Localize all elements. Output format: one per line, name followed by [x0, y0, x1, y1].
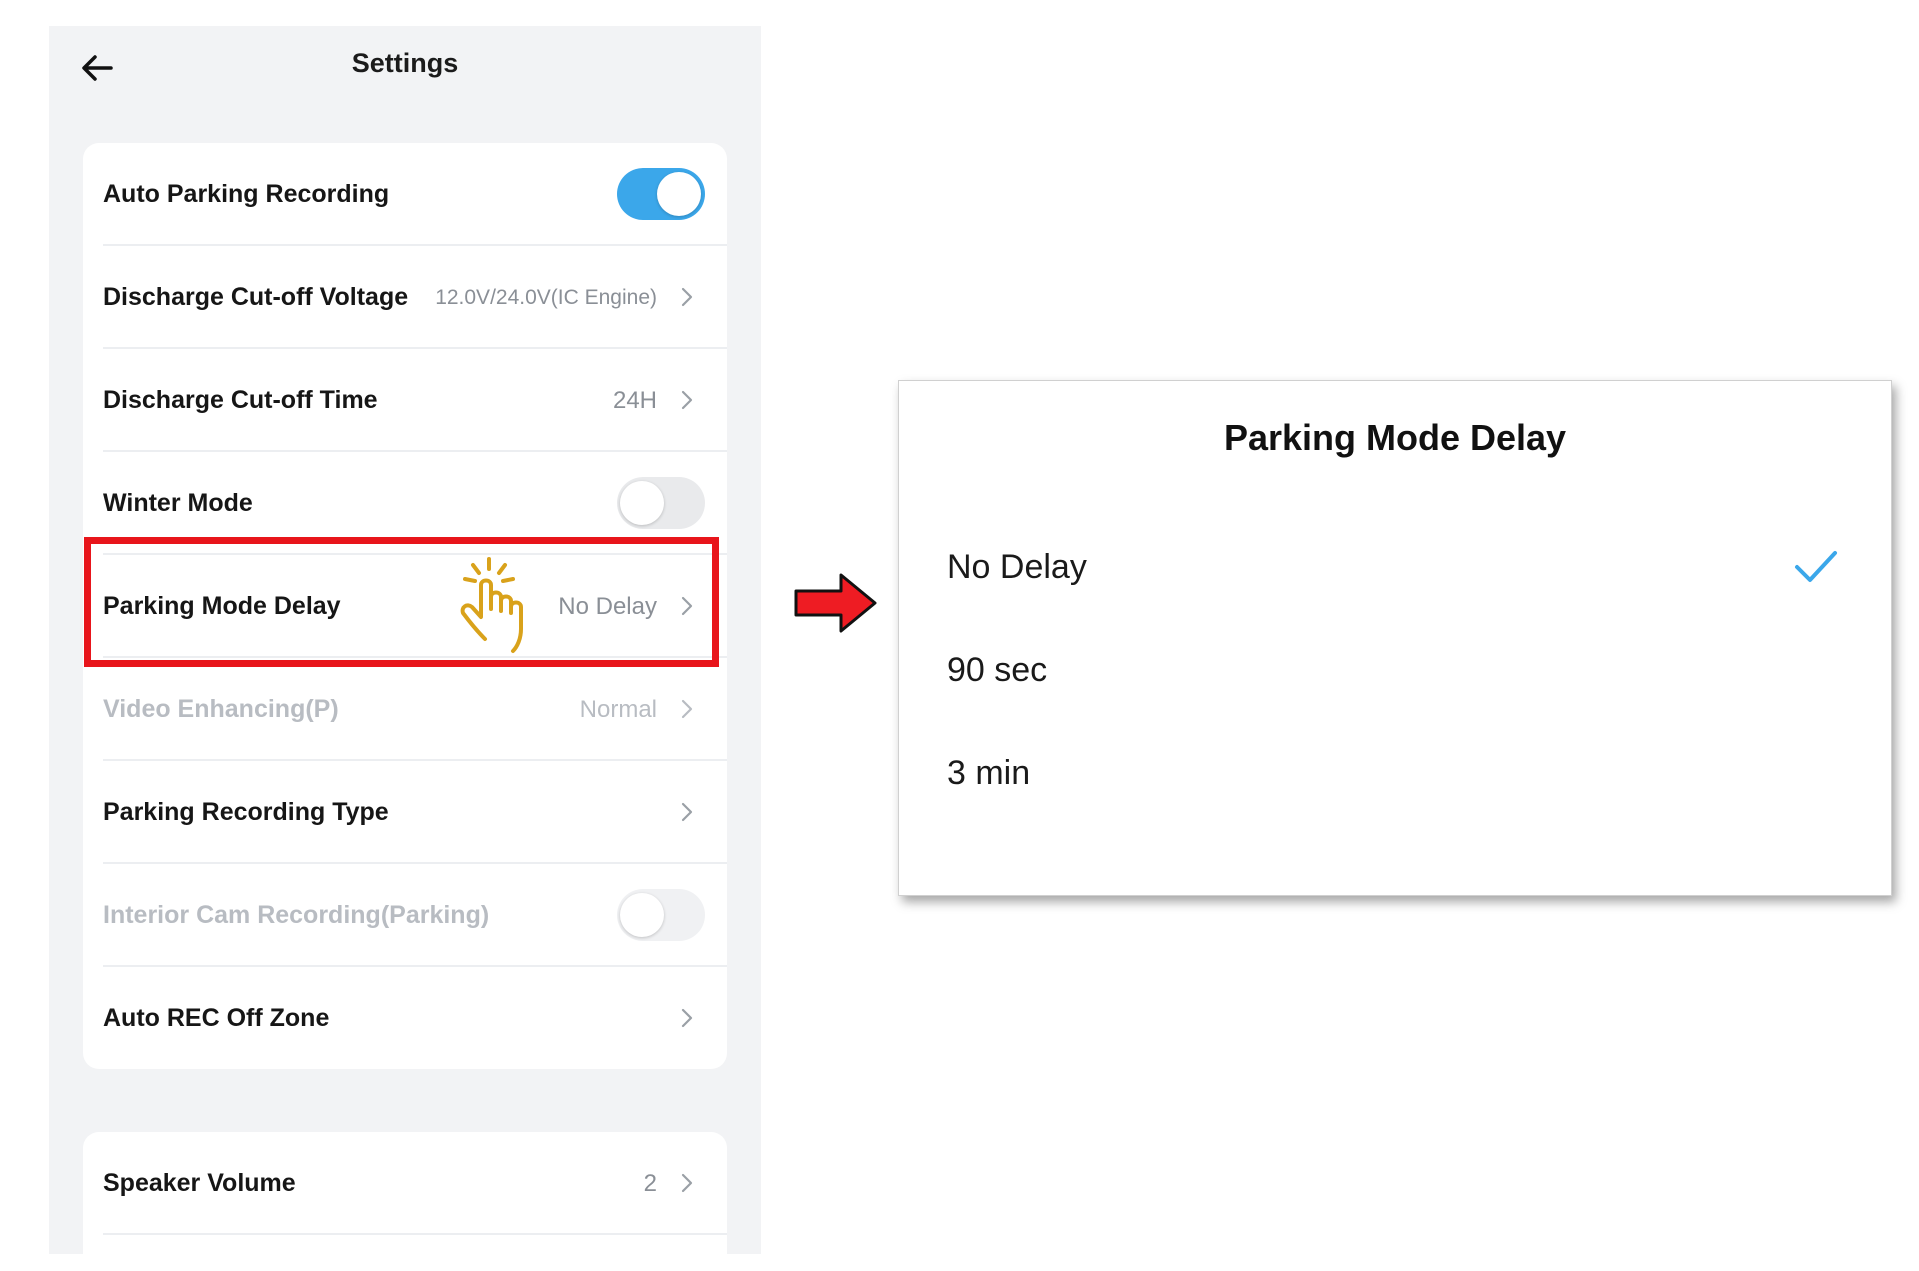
setting-row-discharge-cutoff-voltage[interactable]: Discharge Cut-off Voltage 12.0V/24.0V(IC… — [83, 246, 727, 349]
setting-row-video-enhancing[interactable]: Video Enhancing(P) Normal — [83, 658, 727, 761]
checkmark-icon — [1795, 551, 1837, 582]
chevron-right-icon — [681, 390, 693, 410]
option-label: 3 min — [947, 754, 1031, 792]
option-no-delay[interactable]: No Delay — [947, 527, 1847, 607]
interior-cam-recording-toggle[interactable] — [617, 889, 705, 941]
setting-row-speaker-volume[interactable]: Speaker Volume 2 — [83, 1132, 727, 1235]
auto-parking-recording-toggle[interactable] — [617, 168, 705, 220]
setting-value: 12.0V/24.0V(IC Engine) — [435, 286, 657, 309]
parking-mode-delay-dialog: Parking Mode Delay No Delay 90 sec 3 min — [898, 380, 1892, 896]
setting-label: Interior Cam Recording(Parking) — [103, 901, 490, 929]
chevron-right-icon — [681, 596, 693, 616]
setting-label: Auto Parking Recording — [103, 180, 390, 208]
setting-value: Normal — [579, 696, 657, 723]
dialog-title: Parking Mode Delay — [1223, 417, 1567, 458]
chevron-right-icon — [681, 1008, 693, 1028]
option-label: No Delay — [947, 548, 1087, 586]
toggle-knob — [620, 893, 664, 937]
chevron-right-icon — [681, 1173, 693, 1193]
option-90-sec[interactable]: 90 sec — [947, 630, 1847, 710]
chevron-right-icon — [681, 802, 693, 822]
setting-label: Discharge Cut-off Time — [103, 386, 378, 414]
setting-row-auto-rec-off-zone[interactable]: Auto REC Off Zone — [83, 967, 727, 1069]
setting-row-parking-recording-type[interactable]: Parking Recording Type — [83, 761, 727, 864]
red-arrow-icon — [794, 573, 877, 633]
option-label: 90 sec — [947, 651, 1048, 689]
settings-screen: Settings Auto Parking Recording Discharg… — [49, 26, 761, 1254]
chevron-right-icon — [681, 699, 693, 719]
setting-row-discharge-cutoff-time[interactable]: Discharge Cut-off Time 24H — [83, 349, 727, 452]
chevron-right-icon — [681, 287, 693, 307]
setting-label: Discharge Cut-off Voltage — [103, 283, 409, 311]
page-title: Settings — [351, 48, 459, 78]
setting-label: Speaker Volume — [103, 1169, 296, 1197]
setting-row-winter-mode[interactable]: Winter Mode — [83, 452, 727, 555]
header-bar: Settings — [49, 26, 761, 110]
row-divider — [103, 1233, 727, 1235]
toggle-knob — [620, 481, 664, 525]
setting-row-auto-parking-recording[interactable]: Auto Parking Recording — [83, 143, 727, 246]
setting-label: Winter Mode — [103, 489, 253, 517]
winter-mode-toggle[interactable] — [617, 477, 705, 529]
setting-row-interior-cam-recording[interactable]: Interior Cam Recording(Parking) — [83, 864, 727, 967]
setting-value: No Delay — [558, 593, 657, 620]
option-3-min[interactable]: 3 min — [947, 733, 1847, 813]
setting-value: 2 — [643, 1170, 657, 1197]
setting-value: 24H — [612, 387, 657, 414]
setting-label: Parking Mode Delay — [103, 592, 341, 620]
setting-label: Parking Recording Type — [103, 798, 389, 826]
toggle-knob — [657, 172, 701, 216]
setting-label: Video Enhancing(P) — [103, 695, 339, 723]
general-settings-card: Speaker Volume 2 — [83, 1132, 727, 1254]
setting-row-parking-mode-delay[interactable]: Parking Mode Delay No Delay — [83, 555, 727, 658]
parking-settings-card: Auto Parking Recording Discharge Cut-off… — [83, 143, 727, 1069]
setting-label: Auto REC Off Zone — [103, 1004, 330, 1032]
